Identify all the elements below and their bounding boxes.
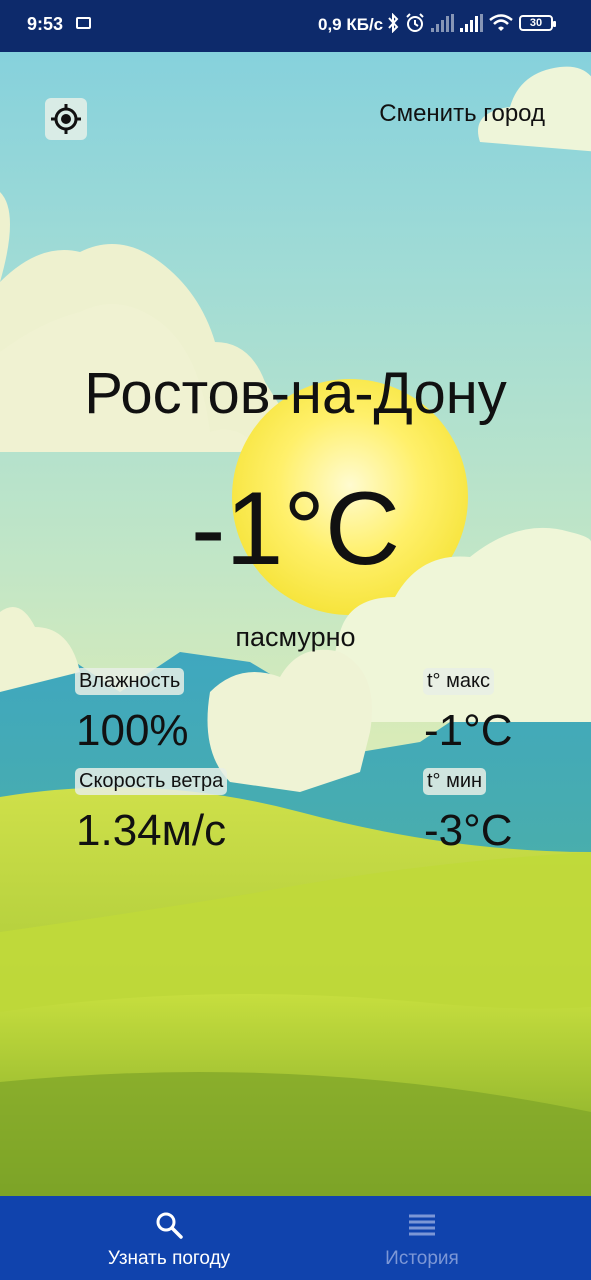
- status-bar: 9:53 0,9 КБ/с 30: [0, 0, 591, 52]
- crosshair-icon: [51, 104, 81, 134]
- humidity-value: 100%: [76, 706, 189, 755]
- change-city-button[interactable]: Сменить город: [379, 100, 545, 128]
- nav-item-history[interactable]: История: [292, 1196, 552, 1280]
- wind-label: Скорость ветра: [75, 768, 228, 795]
- list-icon: [409, 1214, 435, 1236]
- nav-label-weather: Узнать погоду: [107, 1248, 231, 1269]
- screenshot-icon: [76, 17, 91, 29]
- nav-item-weather[interactable]: Узнать погоду: [39, 1196, 299, 1280]
- weather-description: пасмурно: [235, 622, 356, 652]
- nav-label-history: История: [385, 1248, 459, 1269]
- status-time: 9:53: [27, 14, 64, 34]
- search-icon: [156, 1212, 183, 1239]
- battery-icon: 30: [519, 15, 556, 31]
- weather-screen: Сменить город Ростов-на-Дону -1°C пасмур…: [0, 52, 591, 1196]
- bluetooth-icon: [388, 13, 399, 33]
- tmin-label: t° мин: [423, 768, 487, 795]
- tmax-value: -1°C: [424, 706, 513, 755]
- wifi-icon: [489, 14, 513, 31]
- city-name: Ростов-на-Дону: [84, 361, 507, 426]
- signal-icon-1: [431, 14, 454, 32]
- bottom-navigation: Узнать погоду История: [0, 1196, 591, 1280]
- locate-button[interactable]: [45, 98, 87, 140]
- tmin-value: -3°C: [424, 806, 513, 855]
- signal-icon-2: [460, 14, 483, 32]
- humidity-label: Влажность: [75, 668, 185, 695]
- status-icons: 30: [387, 13, 556, 33]
- network-speed: 0,9 КБ/с: [318, 15, 384, 34]
- tmax-label: t° макс: [423, 668, 494, 695]
- current-temperature: -1°C: [190, 471, 401, 587]
- wind-value: 1.34м/с: [76, 806, 227, 855]
- alarm-icon: [406, 13, 424, 32]
